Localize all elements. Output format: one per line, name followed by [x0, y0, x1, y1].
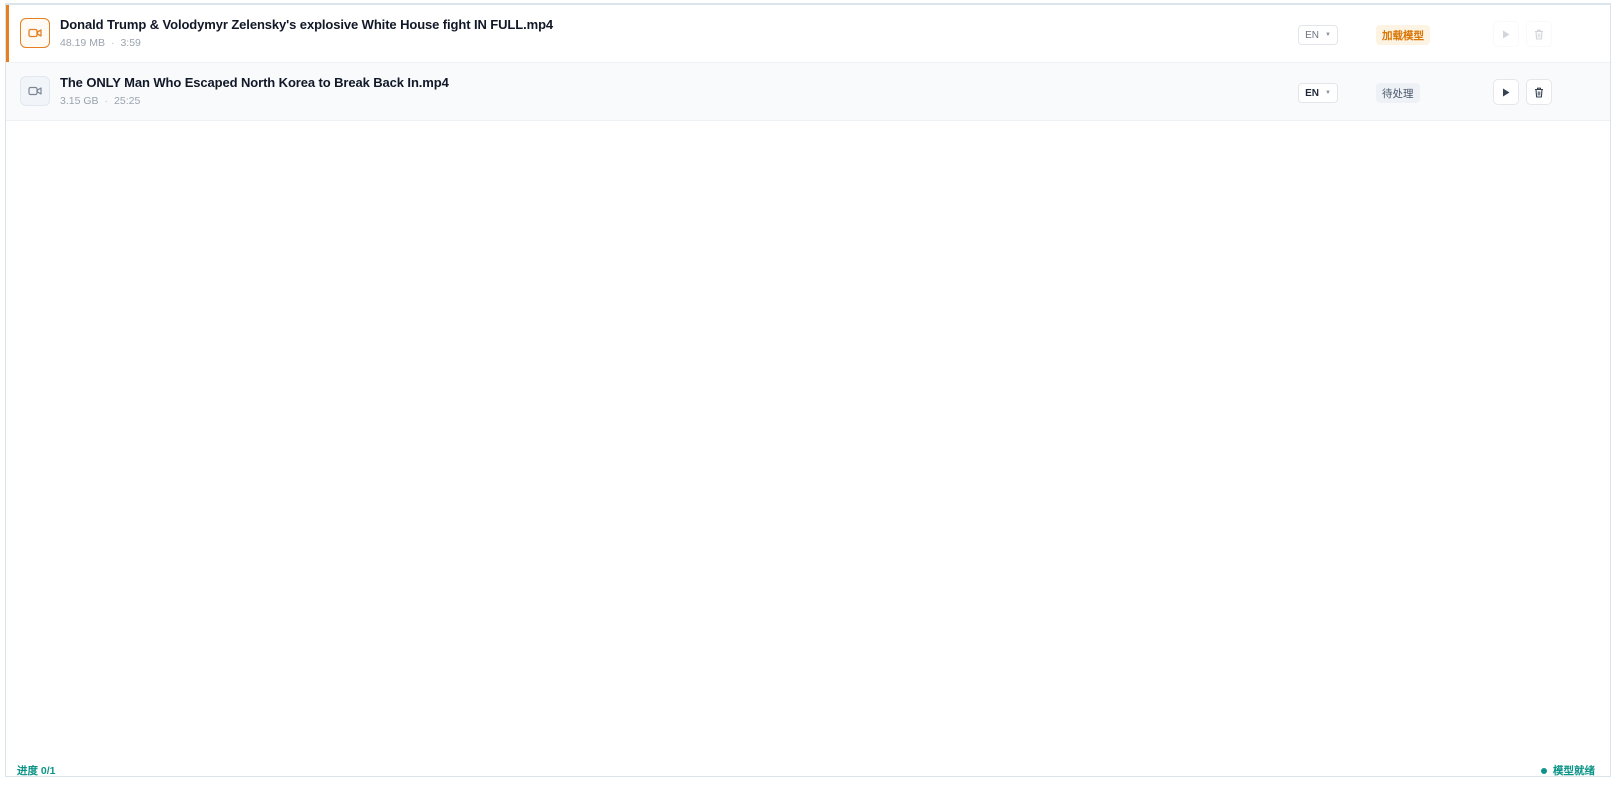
meta-separator: ·: [110, 37, 115, 49]
language-select[interactable]: EN ▼: [1298, 25, 1338, 45]
caret-down-icon: ▼: [1324, 90, 1331, 96]
file-duration: 25:25: [114, 95, 141, 107]
file-info: Donald Trump & Volodymyr Zelensky's expl…: [60, 17, 553, 49]
status-dot-icon: [1541, 767, 1547, 774]
file-info: The ONLY Man Who Escaped North Korea to …: [60, 75, 449, 107]
file-duration: 3:59: [120, 37, 141, 49]
video-camera-icon: [20, 18, 50, 48]
file-size: 3.15 GB: [60, 95, 99, 107]
model-status-label: 模型就绪: [1553, 765, 1595, 777]
play-button[interactable]: [1493, 21, 1519, 47]
file-row-pending[interactable]: The ONLY Man Who Escaped North Korea to …: [6, 63, 1610, 121]
language-value: EN: [1305, 29, 1319, 41]
language-value: EN: [1305, 87, 1319, 99]
file-name: Donald Trump & Volodymyr Zelensky's expl…: [60, 17, 554, 32]
model-status: 模型就绪: [1541, 763, 1595, 778]
meta-separator: ·: [104, 95, 109, 107]
play-button[interactable]: [1493, 79, 1519, 105]
file-row-active[interactable]: Donald Trump & Volodymyr Zelensky's expl…: [6, 5, 1610, 63]
trash-icon: [1535, 29, 1543, 40]
file-meta: 3.15 GB · 25:25: [60, 95, 449, 107]
progress-text: 进度 0/1: [17, 765, 56, 777]
language-select[interactable]: EN ▼: [1298, 83, 1338, 103]
play-icon: [1503, 30, 1510, 38]
play-icon: [1503, 88, 1510, 96]
video-camera-icon: [20, 76, 50, 106]
file-size: 48.19 MB: [60, 37, 105, 49]
file-name: The ONLY Man Who Escaped North Korea to …: [60, 75, 449, 90]
status-badge: 待处理: [1376, 83, 1420, 103]
trash-icon: [1535, 87, 1543, 98]
caret-down-icon: ▼: [1324, 32, 1331, 38]
file-list: Donald Trump & Volodymyr Zelensky's expl…: [5, 3, 1611, 777]
app-window: Donald Trump & Volodymyr Zelensky's expl…: [0, 0, 1615, 802]
status-badge: 加载模型: [1376, 25, 1430, 45]
file-meta: 48.19 MB · 3:59: [60, 37, 553, 49]
delete-button[interactable]: [1526, 21, 1552, 47]
delete-button[interactable]: [1526, 79, 1552, 105]
